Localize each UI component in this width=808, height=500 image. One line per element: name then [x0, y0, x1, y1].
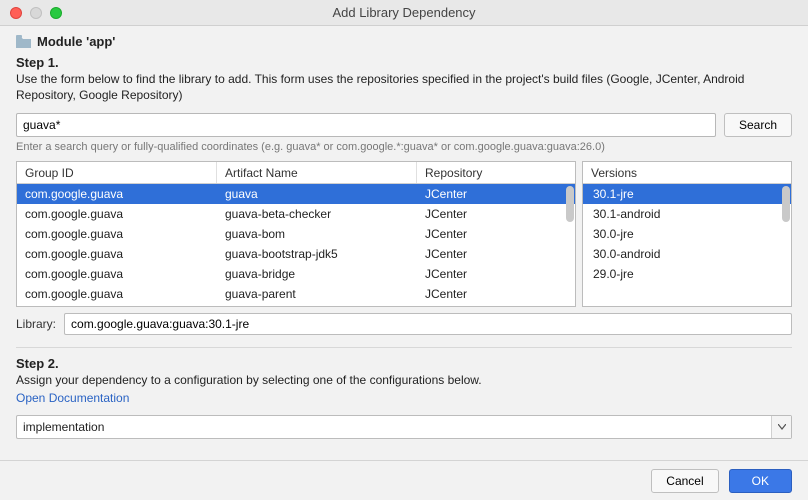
results-header: Group ID Artifact Name Repository: [17, 162, 575, 184]
table-row[interactable]: com.google.guavaguava-bootstrap-jdk5JCen…: [17, 244, 575, 264]
table-row[interactable]: com.google.guavaguava-parentJCenter: [17, 284, 575, 304]
col-versions[interactable]: Versions: [583, 162, 791, 183]
cell-group: com.google.guava: [17, 267, 217, 281]
configuration-value: implementation: [23, 420, 104, 434]
version-row[interactable]: 29.0-jre: [583, 264, 791, 284]
cell-repo: JCenter: [417, 287, 575, 301]
minimize-window-icon: [30, 7, 42, 19]
cell-repo: JCenter: [417, 227, 575, 241]
versions-scrollbar[interactable]: [782, 186, 790, 222]
col-artifact-name[interactable]: Artifact Name: [217, 162, 417, 183]
table-row[interactable]: com.google.guavaguava-bomJCenter: [17, 224, 575, 244]
titlebar: Add Library Dependency: [0, 0, 808, 26]
step1-desc: Use the form below to find the library t…: [16, 71, 792, 103]
cell-repo: JCenter: [417, 207, 575, 221]
cell-artifact: guava-bootstrap-jdk5: [217, 247, 417, 261]
step-divider: [16, 347, 792, 348]
cell-artifact: guava-bridge: [217, 267, 417, 281]
close-window-icon[interactable]: [10, 7, 22, 19]
module-header: Module 'app': [16, 34, 792, 49]
cell-artifact: guava-parent: [217, 287, 417, 301]
cell-repo: JCenter: [417, 187, 575, 201]
results-scrollbar[interactable]: [566, 186, 574, 222]
search-hint: Enter a search query or fully-qualified …: [16, 141, 792, 153]
version-row[interactable]: 30.0-android: [583, 244, 791, 264]
search-button[interactable]: Search: [724, 113, 792, 137]
step2-title: Step 2.: [16, 356, 792, 371]
version-row[interactable]: 30.1-android: [583, 204, 791, 224]
cell-artifact: guava-beta-checker: [217, 207, 417, 221]
zoom-window-icon[interactable]: [50, 7, 62, 19]
module-folder-icon: [16, 35, 31, 48]
cell-group: com.google.guava: [17, 227, 217, 241]
step1-title: Step 1.: [16, 55, 792, 70]
cell-artifact: guava-bom: [217, 227, 417, 241]
chevron-down-icon[interactable]: [771, 416, 791, 438]
cell-group: com.google.guava: [17, 207, 217, 221]
cell-group: com.google.guava: [17, 187, 217, 201]
step2-desc: Assign your dependency to a configuratio…: [16, 372, 792, 388]
col-repository[interactable]: Repository: [417, 162, 575, 183]
cell-group: com.google.guava: [17, 287, 217, 301]
search-input[interactable]: [16, 113, 716, 137]
cell-artifact: guava: [217, 187, 417, 201]
module-name: Module 'app': [37, 34, 115, 49]
results-table[interactable]: Group ID Artifact Name Repository com.go…: [16, 161, 576, 307]
table-row[interactable]: com.google.guavaguavaJCenter: [17, 184, 575, 204]
cancel-button[interactable]: Cancel: [651, 469, 718, 493]
cell-group: com.google.guava: [17, 247, 217, 261]
library-input[interactable]: [64, 313, 792, 335]
table-row[interactable]: com.google.guavaguava-beta-checkerJCente…: [17, 204, 575, 224]
table-row[interactable]: com.google.guavaguava-bridgeJCenter: [17, 264, 575, 284]
ok-button[interactable]: OK: [729, 469, 792, 493]
version-row[interactable]: 30.0-jre: [583, 224, 791, 244]
dialog-title: Add Library Dependency: [0, 5, 808, 20]
configuration-select[interactable]: implementation: [16, 415, 792, 439]
versions-header: Versions: [583, 162, 791, 184]
cell-repo: JCenter: [417, 247, 575, 261]
dialog-footer: Cancel OK: [0, 460, 808, 500]
versions-table[interactable]: Versions 30.1-jre30.1-android30.0-jre30.…: [582, 161, 792, 307]
window-controls: [0, 7, 62, 19]
open-documentation-link[interactable]: Open Documentation: [16, 391, 792, 405]
library-label: Library:: [16, 317, 56, 331]
version-row[interactable]: 30.1-jre: [583, 184, 791, 204]
col-group-id[interactable]: Group ID: [17, 162, 217, 183]
cell-repo: JCenter: [417, 267, 575, 281]
